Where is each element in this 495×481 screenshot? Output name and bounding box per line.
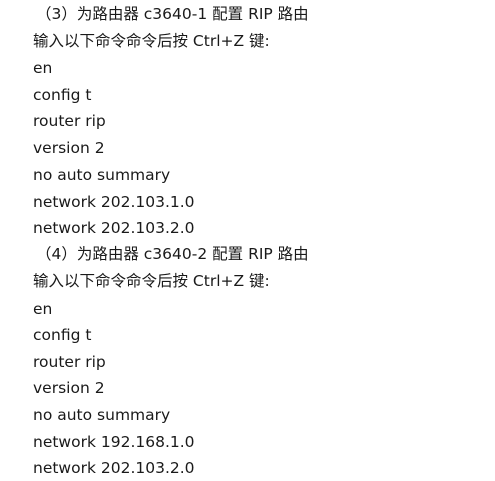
section-3-instruction: 输入以下命令命令后按 Ctrl+Z 键: xyxy=(33,32,270,50)
section-4-heading: （4）为路由器 c3640-2 配置 RIP 路由 xyxy=(36,245,309,263)
section-4-command-5: no auto summary xyxy=(33,406,171,424)
section-4-command-1: en xyxy=(33,300,53,318)
section-3-command-6: network 202.103.1.0 xyxy=(33,193,195,211)
section-4-instruction: 输入以下命令命令后按 Ctrl+Z 键: xyxy=(33,272,270,290)
section-3-command-7: network 202.103.2.0 xyxy=(33,219,195,237)
document-page: （3）为路由器 c3640-1 配置 RIP 路由 输入以下命令命令后按 Ctr… xyxy=(0,0,495,481)
section-4-command-2: config t xyxy=(33,326,92,344)
section-3-command-3: router rip xyxy=(33,112,106,130)
section-4-command-7: network 202.103.2.0 xyxy=(33,459,195,477)
section-3-heading: （3）为路由器 c3640-1 配置 RIP 路由 xyxy=(36,5,309,23)
section-4-command-3: router rip xyxy=(33,353,106,371)
section-4-command-6: network 192.168.1.0 xyxy=(33,433,195,451)
section-3-command-4: version 2 xyxy=(33,139,105,157)
section-4-command-4: version 2 xyxy=(33,379,105,397)
section-3-command-5: no auto summary xyxy=(33,166,171,184)
section-3-command-2: config t xyxy=(33,86,92,104)
section-3-command-1: en xyxy=(33,59,53,77)
